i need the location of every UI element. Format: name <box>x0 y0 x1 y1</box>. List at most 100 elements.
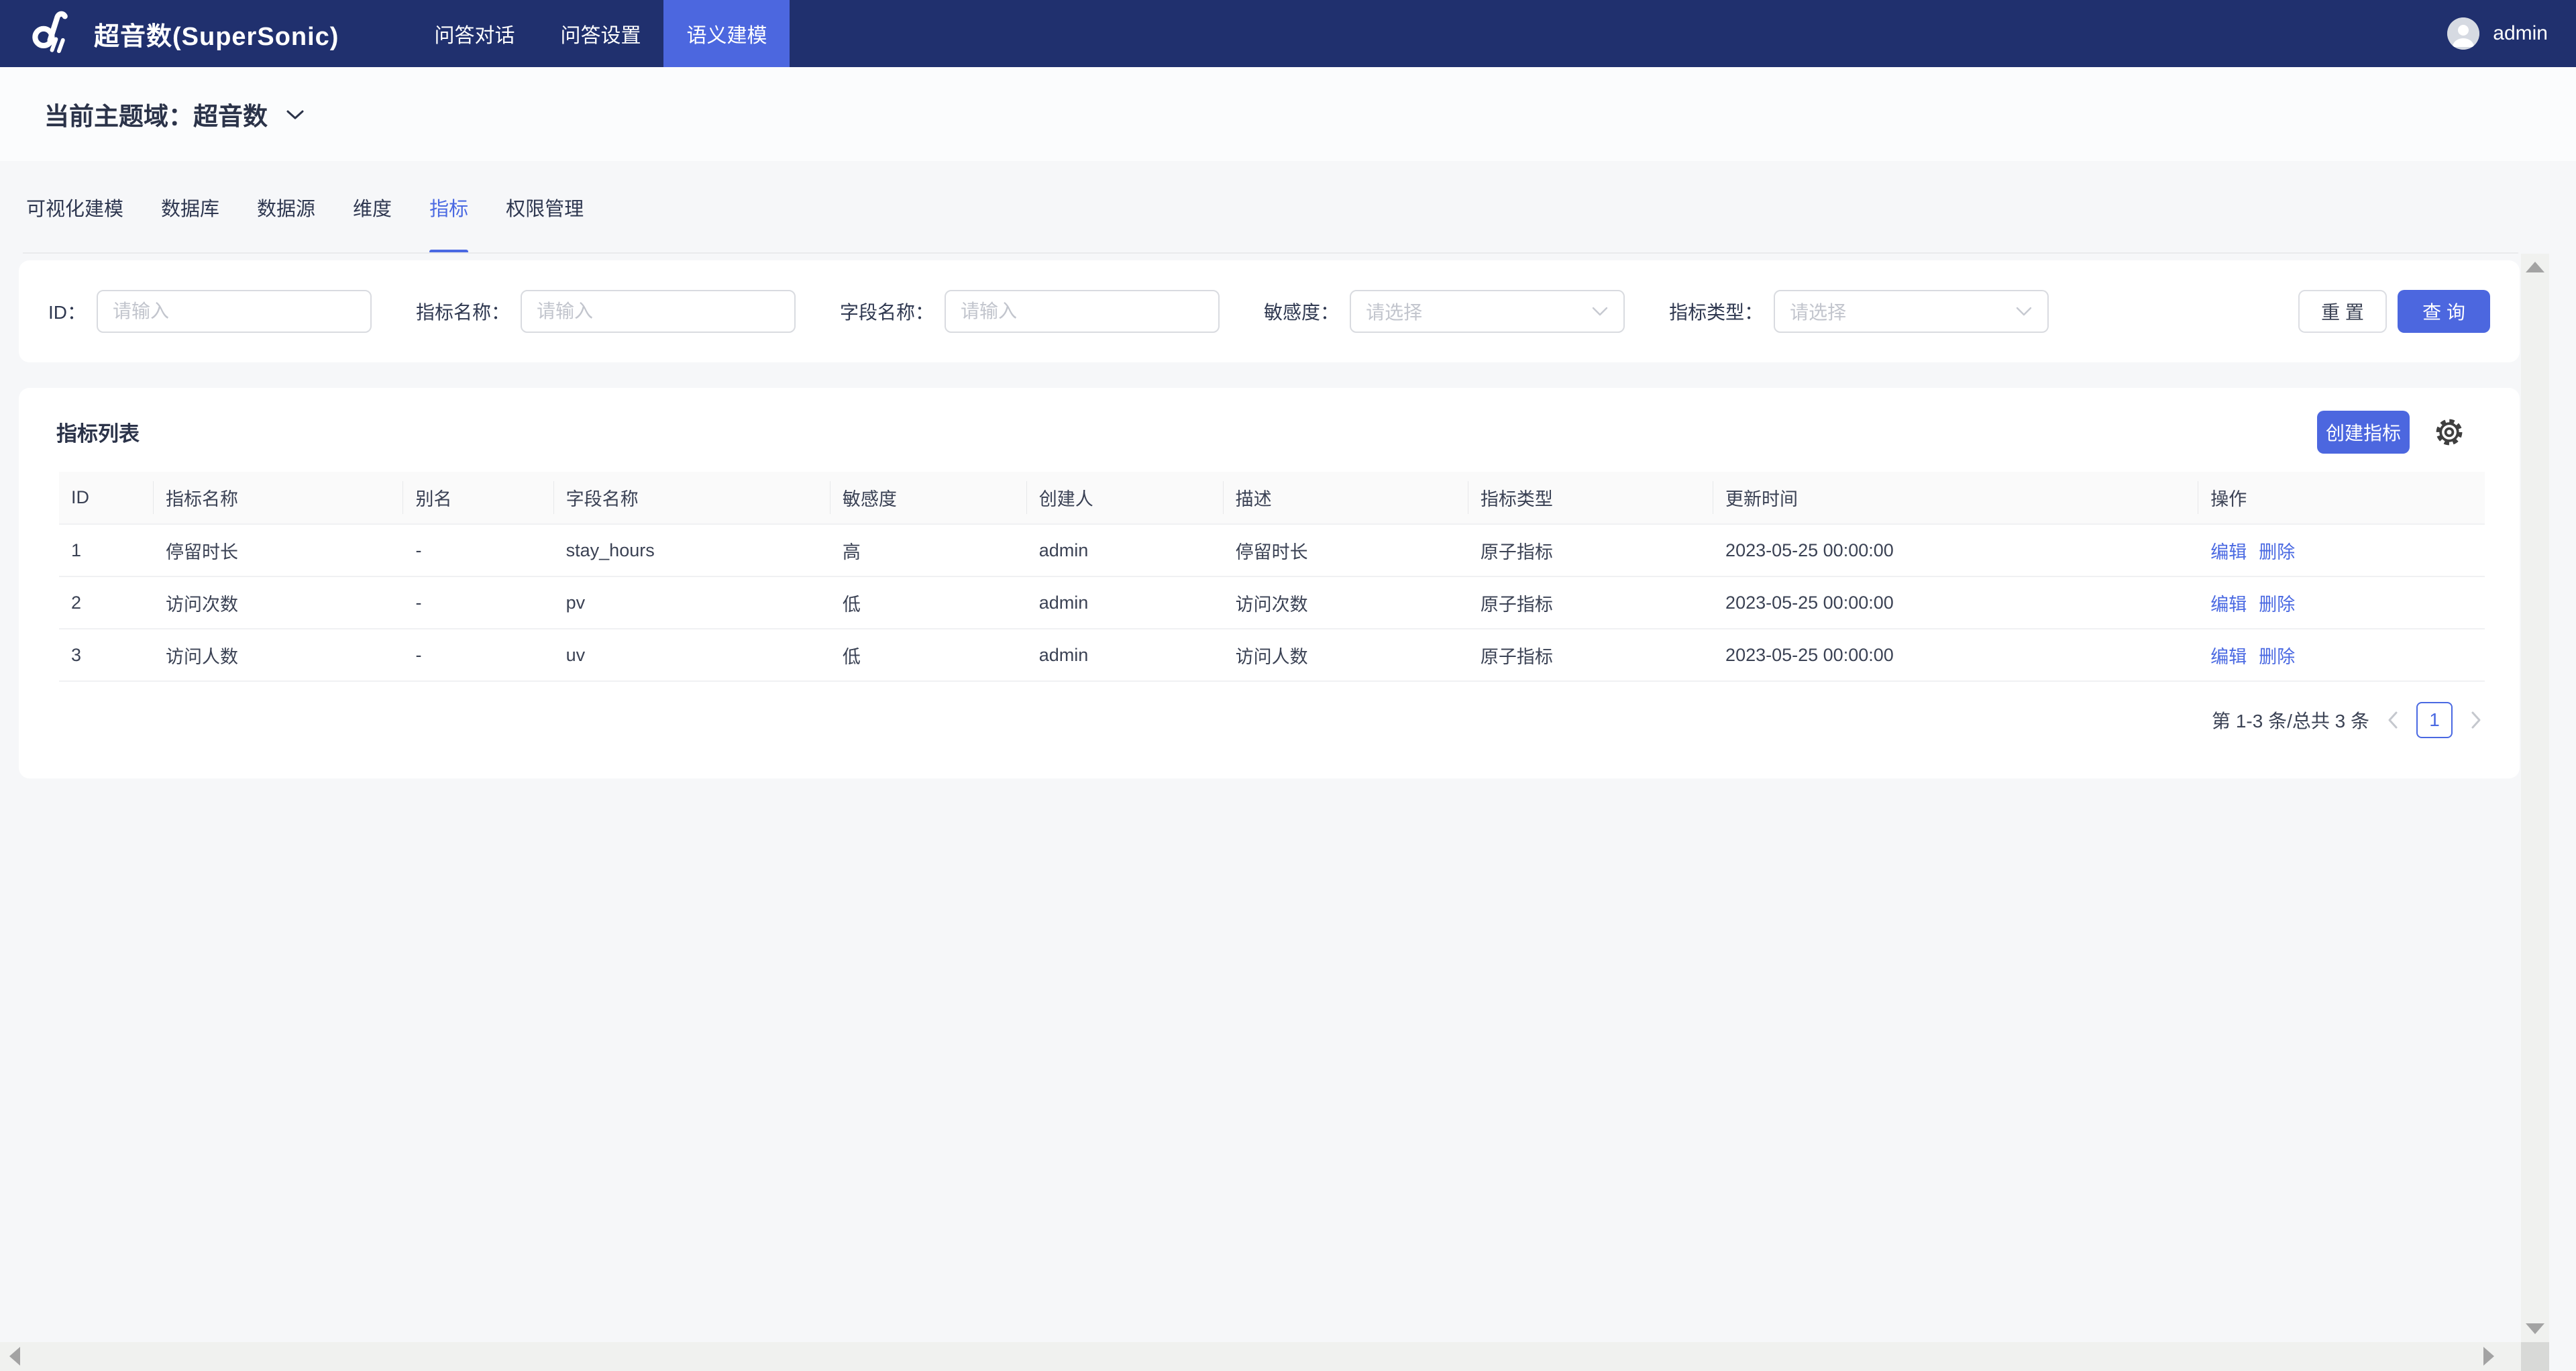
metric-list-card: 指标列表 创建指标 ID指标名称别名字段名称敏感度创建人描述指标类型更新时间操作… <box>19 388 2520 778</box>
filter-label-metric-type: 指标类型： <box>1669 298 1763 325</box>
cell-type: 原子指标 <box>1468 629 1713 681</box>
cell-updated: 2023-05-25 00:00:00 <box>1713 629 2198 681</box>
tabs-row: 可视化建模数据库数据源维度指标权限管理 <box>0 161 2521 254</box>
nav-menu: 问答对话问答设置语义建模 <box>411 0 790 67</box>
pagination-page-1[interactable]: 1 <box>2416 702 2453 738</box>
scroll-left-arrow-icon[interactable] <box>9 1347 20 1366</box>
cell-id: 1 <box>59 524 154 576</box>
delete-link[interactable]: 删除 <box>2259 542 2295 562</box>
cell-creator: admin <box>1027 629 1224 681</box>
cell-field: stay_hours <box>554 524 830 576</box>
cell-updated: 2023-05-25 00:00:00 <box>1713 576 2198 629</box>
cell-name: 停留时长 <box>154 524 403 576</box>
filter-select-sensitivity[interactable]: 请选择 <box>1350 290 1625 333</box>
filter-input-field-name[interactable] <box>945 290 1220 333</box>
filter-field-id: ID： <box>48 290 372 333</box>
tab-1[interactable]: 可视化建模 <box>26 161 123 254</box>
filter-label-id: ID： <box>48 298 86 325</box>
cell-description: 停留时长 <box>1224 524 1468 576</box>
create-metric-button[interactable]: 创建指标 <box>2317 411 2410 454</box>
cell-creator: admin <box>1027 524 1224 576</box>
cell-sensitivity: 低 <box>830 576 1027 629</box>
gear-icon[interactable] <box>2432 415 2466 449</box>
cell-type: 原子指标 <box>1468 576 1713 629</box>
cell-actions: 编辑删除 <box>2198 524 2485 576</box>
edit-link[interactable]: 编辑 <box>2210 647 2247 667</box>
nav-item-2[interactable]: 问答设置 <box>537 0 663 67</box>
domain-value: 超音数 <box>193 103 268 130</box>
supersonic-logo-icon <box>28 7 78 60</box>
horizontal-scrollbar[interactable] <box>0 1342 2521 1371</box>
pagination-summary: 第 1-3 条/总共 3 条 <box>2212 707 2369 733</box>
pagination-next-icon[interactable] <box>2470 710 2482 730</box>
scroll-right-arrow-icon[interactable] <box>2483 1347 2494 1366</box>
column-header-10: 操作 <box>2198 472 2485 524</box>
cell-field: pv <box>554 576 830 629</box>
vertical-scrollbar[interactable] <box>2521 254 2549 1342</box>
cell-alias: - <box>403 524 553 576</box>
cell-alias: - <box>403 629 553 681</box>
cell-id: 2 <box>59 576 154 629</box>
column-header-3: 别名 <box>403 472 553 524</box>
metrics-body: 1停留时长-stay_hours高admin停留时长原子指标2023-05-25… <box>59 524 2485 681</box>
column-header-4: 字段名称 <box>554 472 830 524</box>
cell-creator: admin <box>1027 576 1224 629</box>
tab-2[interactable]: 数据库 <box>161 161 219 254</box>
chevron-down-icon <box>2015 301 2033 322</box>
top-navbar: 超音数(SuperSonic) 问答对话问答设置语义建模 admin <box>0 0 2576 67</box>
domain-selector[interactable]: 当前主题域：超音数 <box>44 96 268 132</box>
filter-field-sensitivity: 敏感度： 请选择 <box>1264 290 1625 333</box>
cell-alias: - <box>403 576 553 629</box>
tabs: 可视化建模数据库数据源维度指标权限管理 <box>26 161 2521 254</box>
edit-link[interactable]: 编辑 <box>2210 595 2247 615</box>
chevron-down-icon <box>1591 301 1609 322</box>
edit-link[interactable]: 编辑 <box>2210 542 2247 562</box>
cell-name: 访问次数 <box>154 576 403 629</box>
pagination-prev-icon[interactable] <box>2387 710 2399 730</box>
filter-field-metric-type: 指标类型： 请选择 <box>1669 290 2049 333</box>
filter-select-placeholder-metric-type: 请选择 <box>1790 298 1846 325</box>
nav-item-3[interactable]: 语义建模 <box>663 0 790 67</box>
column-header-6: 创建人 <box>1027 472 1224 524</box>
reset-button[interactable]: 重 置 <box>2298 290 2387 333</box>
user-menu[interactable]: admin <box>2447 17 2576 50</box>
tab-3[interactable]: 数据源 <box>257 161 315 254</box>
cell-actions: 编辑删除 <box>2198 576 2485 629</box>
column-header-9: 更新时间 <box>1713 472 2198 524</box>
table-row: 1停留时长-stay_hours高admin停留时长原子指标2023-05-25… <box>59 524 2485 576</box>
column-header-7: 描述 <box>1224 472 1468 524</box>
scroll-down-arrow-icon[interactable] <box>2526 1323 2544 1334</box>
cell-sensitivity: 高 <box>830 524 1027 576</box>
tab-6[interactable]: 权限管理 <box>506 161 584 254</box>
column-header-8: 指标类型 <box>1468 472 1713 524</box>
table-row: 3访问人数-uv低admin访问人数原子指标2023-05-25 00:00:0… <box>59 629 2485 681</box>
domain-header: 当前主题域：超音数 <box>0 67 2576 161</box>
nav-item-1[interactable]: 问答对话 <box>411 0 537 67</box>
scrollbar-corner <box>2521 1342 2549 1371</box>
metrics-table: ID指标名称别名字段名称敏感度创建人描述指标类型更新时间操作 1停留时长-sta… <box>59 472 2485 682</box>
metric-list-header: 指标列表 创建指标 <box>19 388 2520 472</box>
table-row: 2访问次数-pv低admin访问次数原子指标2023-05-25 00:00:0… <box>59 576 2485 629</box>
metrics-header-row: ID指标名称别名字段名称敏感度创建人描述指标类型更新时间操作 <box>59 472 2485 524</box>
cell-field: uv <box>554 629 830 681</box>
filter-buttons: 重 置 查 询 <box>2298 290 2490 333</box>
filter-card: ID：指标名称：字段名称：敏感度：请选择指标类型：请选择 重 置 查 询 <box>19 260 2520 362</box>
filter-input-metric-name[interactable] <box>521 290 796 333</box>
chevron-down-icon[interactable] <box>285 108 305 125</box>
scroll-up-arrow-icon[interactable] <box>2526 262 2544 272</box>
search-button[interactable]: 查 询 <box>2398 290 2490 333</box>
tab-4[interactable]: 维度 <box>353 161 392 254</box>
column-header-1: ID <box>59 472 154 524</box>
filter-select-metric-type[interactable]: 请选择 <box>1774 290 2049 333</box>
username-label: admin <box>2493 22 2548 45</box>
cell-actions: 编辑删除 <box>2198 629 2485 681</box>
delete-link[interactable]: 删除 <box>2259 647 2295 667</box>
filter-label-sensitivity: 敏感度： <box>1264 298 1339 325</box>
filter-fields: ID：指标名称：字段名称：敏感度：请选择指标类型：请选择 <box>48 290 2049 333</box>
delete-link[interactable]: 删除 <box>2259 595 2295 615</box>
tab-5[interactable]: 指标 <box>429 161 468 254</box>
metric-list-title: 指标列表 <box>56 417 140 447</box>
column-header-2: 指标名称 <box>154 472 403 524</box>
user-avatar-icon <box>2447 17 2479 50</box>
filter-input-id[interactable] <box>97 290 372 333</box>
